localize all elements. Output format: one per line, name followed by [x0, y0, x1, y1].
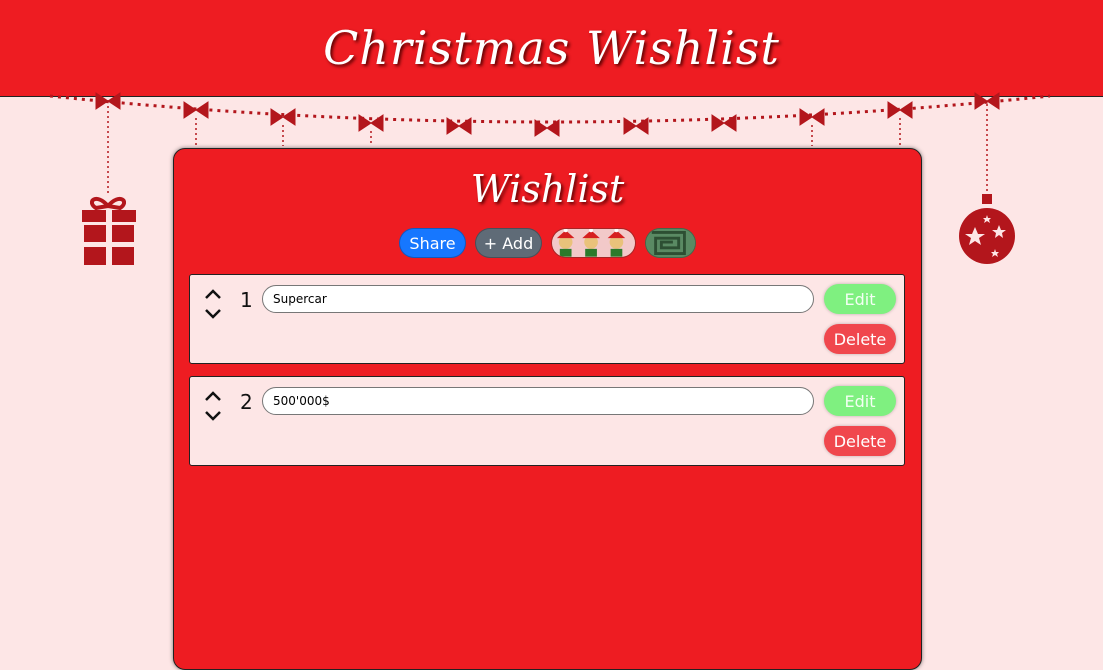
item-number: 1: [240, 288, 253, 312]
ornament-icon: [959, 104, 1015, 264]
pattern-selector-button[interactable]: [645, 228, 696, 258]
delete-button[interactable]: Delete: [824, 324, 896, 354]
wishlist-item: 2 Edit Delete: [189, 376, 905, 466]
move-down-icon[interactable]: [204, 307, 222, 321]
edit-button[interactable]: Edit: [824, 284, 896, 314]
gift-icon: [82, 106, 136, 265]
site-title: Christmas Wishlist: [323, 21, 780, 75]
theme-selector-button[interactable]: [551, 228, 636, 258]
edit-button[interactable]: Edit: [824, 386, 896, 416]
add-item-button[interactable]: + Add: [475, 228, 542, 258]
wishlist-toolbar: Share + Add: [174, 228, 921, 260]
share-button[interactable]: Share: [399, 228, 466, 258]
maze-pattern-icon: [646, 229, 695, 257]
item-text-field[interactable]: [262, 387, 814, 415]
move-down-icon[interactable]: [204, 409, 222, 423]
item-number: 2: [240, 390, 253, 414]
site-header: Christmas Wishlist: [0, 0, 1103, 97]
wishlist-item: 1 Edit Delete: [189, 274, 905, 364]
elves-image-icon: [552, 229, 635, 257]
move-up-icon[interactable]: [204, 287, 222, 301]
item-text-field[interactable]: [262, 285, 814, 313]
delete-button[interactable]: Delete: [824, 426, 896, 456]
wishlist-title: Wishlist: [470, 167, 625, 211]
wishlist-panel: Wishlist Share + Add 1 Supercar Edit Del…: [173, 148, 922, 670]
move-up-icon[interactable]: [204, 389, 222, 403]
